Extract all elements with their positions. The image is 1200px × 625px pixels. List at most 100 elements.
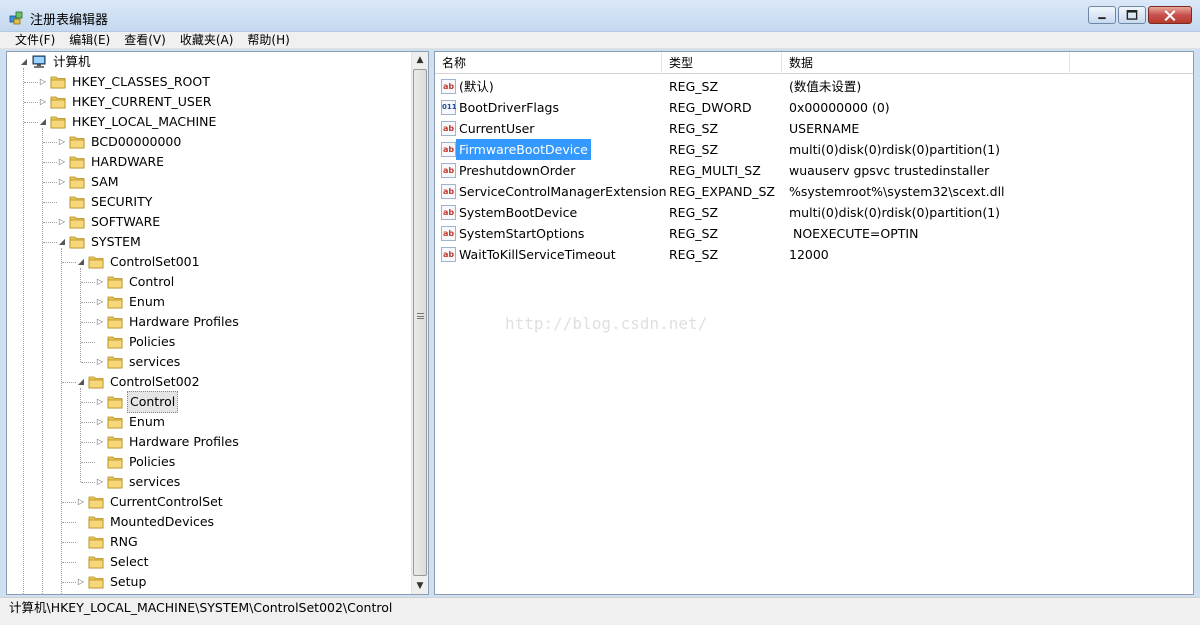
folder-icon xyxy=(69,215,85,229)
tree-guide-line xyxy=(62,502,76,503)
collapsed-arrow-icon[interactable]: ▷ xyxy=(95,317,105,327)
collapsed-arrow-icon[interactable]: ▷ xyxy=(57,217,67,227)
maximize-button[interactable] xyxy=(1118,6,1146,24)
tree-node[interactable]: ▷ Enum xyxy=(95,292,167,312)
tree-node[interactable]: ▷ HKEY_CURRENT_USER xyxy=(38,92,213,112)
tree-node[interactable]: ◢ 计算机 xyxy=(19,52,93,72)
tree-node[interactable]: ▷ HKEY_CLASSES_ROOT xyxy=(38,72,212,92)
title-bar[interactable]: 注册表编辑器 xyxy=(0,0,1200,32)
menu-help[interactable]: 帮助(H) xyxy=(240,32,296,48)
collapsed-arrow-icon[interactable]: ▷ xyxy=(57,177,67,187)
tree-node[interactable]: ▷ Hardware Profiles xyxy=(95,432,241,452)
tree-node[interactable]: ▷ services xyxy=(95,472,182,492)
value-row[interactable]: ab SystemStartOptions REG_SZ NOEXECUTE=OPT… xyxy=(435,223,1193,244)
collapsed-arrow-icon[interactable]: ▷ xyxy=(95,357,105,367)
tree-node[interactable]: ▷ Enum xyxy=(95,412,167,432)
tree-node[interactable]: ▷ Hardware Profiles xyxy=(95,312,241,332)
value-row[interactable]: ab (默认) REG_SZ (数值未设置) xyxy=(435,76,1193,97)
menu-favorites[interactable]: 收藏夹(A) xyxy=(173,32,241,48)
expanded-arrow-icon[interactable]: ◢ xyxy=(76,377,86,387)
tree-node[interactable]: ▷ Control xyxy=(95,272,176,292)
tree-node-label: Hardware Profiles xyxy=(129,434,239,449)
menu-bar: 文件(F) 编辑(E) 查看(V) 收藏夹(A) 帮助(H) xyxy=(0,32,1200,49)
folder-icon xyxy=(88,375,104,389)
tree-node[interactable]: SECURITY xyxy=(57,192,154,212)
expanded-arrow-icon[interactable]: ◢ xyxy=(19,57,29,67)
value-name: WaitToKillServiceTimeout xyxy=(459,247,616,262)
tree-node[interactable]: MountedDevices xyxy=(76,512,216,532)
tree-node[interactable]: ◢ HKEY_LOCAL_MACHINE xyxy=(38,112,218,132)
window-controls xyxy=(1086,6,1192,26)
folder-icon xyxy=(69,175,85,189)
value-row[interactable]: ab SystemBootDevice REG_SZ multi(0)disk(0)r… xyxy=(435,202,1193,223)
minimize-button[interactable] xyxy=(1088,6,1116,24)
tree-guide-line xyxy=(81,402,95,403)
tree-node-label: 计算机 xyxy=(53,54,91,69)
tree-node-label: SOFTWARE xyxy=(91,214,161,229)
column-header-type[interactable]: 类型 xyxy=(662,52,782,74)
collapsed-arrow-icon[interactable]: ▷ xyxy=(38,97,48,107)
tree-node[interactable]: Policies xyxy=(95,332,177,352)
collapsed-arrow-icon[interactable]: ▷ xyxy=(95,437,105,447)
tree-vertical-scrollbar[interactable]: ▲ ▼ xyxy=(411,52,428,594)
tree-node[interactable]: ▷ SOFTWARE xyxy=(57,212,162,232)
collapsed-arrow-icon[interactable]: ▷ xyxy=(95,297,105,307)
tree-node[interactable]: ▷ services xyxy=(95,352,182,372)
registry-tree-pane[interactable]: ◢ 计算机 ▷ HKEY_CLASSES_ROOT ▷ HKEY_CURRENT_USER… xyxy=(6,51,429,595)
tree-node[interactable]: ▷ SAM xyxy=(57,172,121,192)
string-value-icon: ab xyxy=(441,79,456,94)
tree-node[interactable]: Select xyxy=(76,552,151,572)
tree-node[interactable]: ◢ ControlSet001 xyxy=(76,252,202,272)
tree-node[interactable]: ▷ Setup xyxy=(76,572,148,592)
value-row[interactable]: ab PreshutdownOrder REG_MULTI_SZ wuauserv g… xyxy=(435,160,1193,181)
tree-node[interactable]: ▷ CurrentControlSet xyxy=(76,492,225,512)
values-list-pane[interactable]: 名称 类型 数据 ab (默认) REG_SZ (数值未设置) 011 BootDrive… xyxy=(434,51,1194,595)
value-row[interactable]: 011 BootDriverFlags REG_DWORD 0x00000000 (0… xyxy=(435,97,1193,118)
collapsed-arrow-icon[interactable]: ▷ xyxy=(57,157,67,167)
status-path: 计算机\HKEY_LOCAL_MACHINE\SYSTEM\ControlSet… xyxy=(9,600,393,615)
value-row[interactable]: ab FirmwareBootDevice REG_SZ multi(0)disk(0… xyxy=(435,139,1193,160)
tree-node[interactable]: ◢ ControlSet002 xyxy=(76,372,202,392)
tree-node-label: Control xyxy=(129,274,175,289)
menu-file[interactable]: 文件(F) xyxy=(8,32,62,48)
collapsed-arrow-icon[interactable]: ▷ xyxy=(76,497,86,507)
scroll-up-icon[interactable]: ▲ xyxy=(412,52,428,68)
tree-node[interactable]: ◢ SYSTEM xyxy=(57,232,143,252)
expanded-arrow-icon[interactable]: ◢ xyxy=(57,237,67,247)
expanded-arrow-icon[interactable]: ◢ xyxy=(38,117,48,127)
tree-guide-line xyxy=(23,68,24,594)
value-row[interactable]: ab WaitToKillServiceTimeout REG_SZ 12000 xyxy=(435,244,1193,265)
tree-node[interactable]: ▷ HARDWARE xyxy=(57,152,166,172)
collapsed-arrow-icon[interactable]: ▷ xyxy=(95,477,105,487)
tree-node[interactable]: ▷ BCD00000000 xyxy=(57,132,183,152)
scrollbar-thumb[interactable] xyxy=(413,69,427,576)
collapsed-arrow-icon[interactable]: ▷ xyxy=(95,397,105,407)
scroll-down-icon[interactable]: ▼ xyxy=(412,578,428,594)
column-header-data[interactable]: 数据 xyxy=(782,52,1070,74)
value-name: FirmwareBootDevice xyxy=(456,139,591,160)
registry-editor-icon xyxy=(9,9,25,25)
collapsed-arrow-icon[interactable]: ▷ xyxy=(57,137,67,147)
tree-node[interactable]: ▷ Control xyxy=(95,391,179,413)
tree-node[interactable]: Policies xyxy=(95,452,177,472)
collapsed-arrow-icon[interactable]: ▷ xyxy=(95,417,105,427)
tree-guide-line xyxy=(43,162,57,163)
value-type: REG_SZ xyxy=(669,142,719,157)
value-row[interactable]: ab ServiceControlManagerExtension REG_EXPA… xyxy=(435,181,1193,202)
menu-view[interactable]: 查看(V) xyxy=(117,32,173,48)
close-button[interactable] xyxy=(1148,6,1192,24)
tree-node[interactable]: RNG xyxy=(76,532,140,552)
string-value-icon: ab xyxy=(441,205,456,220)
collapsed-arrow-icon[interactable]: ▷ xyxy=(38,77,48,87)
expanded-arrow-icon[interactable]: ◢ xyxy=(76,257,86,267)
collapsed-arrow-icon[interactable]: ▷ xyxy=(95,277,105,287)
value-row[interactable]: ab CurrentUser REG_SZ USERNAME xyxy=(435,118,1193,139)
collapsed-arrow-icon[interactable]: ▷ xyxy=(76,577,86,587)
value-data: USERNAME xyxy=(789,121,860,136)
column-header-name[interactable]: 名称 xyxy=(435,52,662,74)
menu-edit[interactable]: 编辑(E) xyxy=(62,32,117,48)
tree-guide-line xyxy=(81,282,95,283)
folder-icon xyxy=(107,475,123,489)
tree-node-label: ControlSet001 xyxy=(110,254,200,269)
